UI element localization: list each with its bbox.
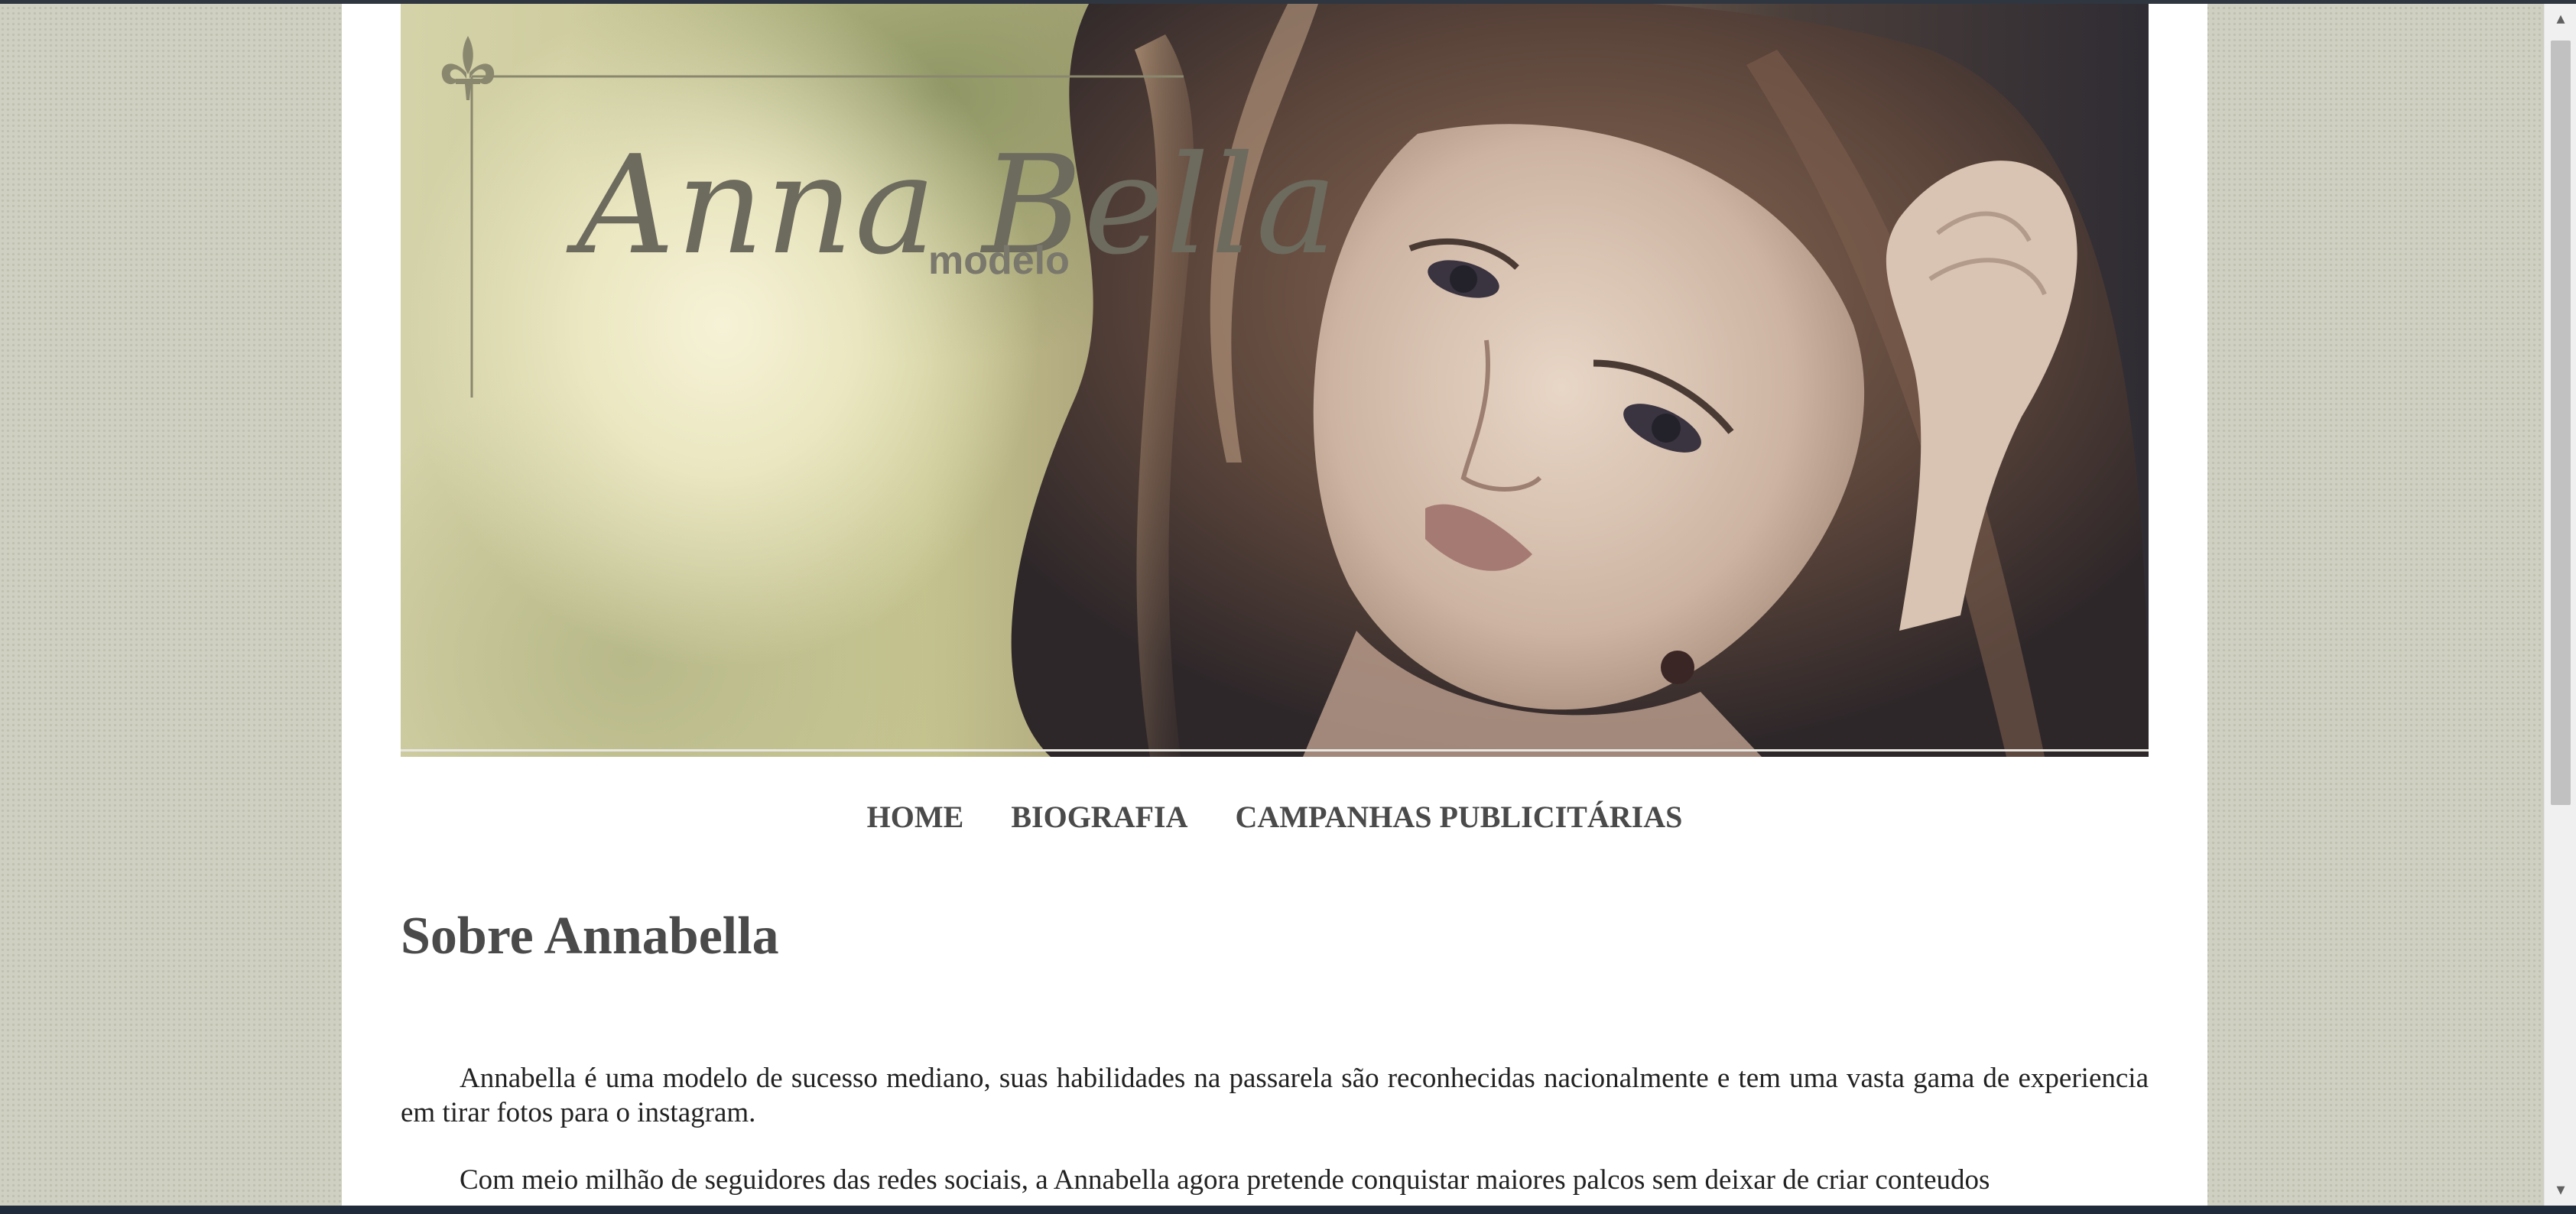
banner-divider xyxy=(401,749,2149,751)
page-container: Anna Bella modelo HOME BIOGRAFIA CAMPANH… xyxy=(342,4,2207,1206)
fleur-de-lis-icon xyxy=(441,36,495,100)
scroll-down-icon[interactable]: ▾ xyxy=(2545,1175,2576,1206)
page-title: Sobre Annabella xyxy=(401,907,779,966)
hero-banner: Anna Bella modelo xyxy=(401,4,2149,757)
about-paragraph: Com meio milhão de seguidores das redes … xyxy=(460,1164,1990,1196)
brand-subtitle: modelo xyxy=(928,239,1070,283)
window-bottom-edge xyxy=(0,1206,2576,1214)
nav-biografia[interactable]: BIOGRAFIA xyxy=(1011,799,1187,845)
scroll-thumb[interactable] xyxy=(2551,41,2571,805)
vertical-scrollbar[interactable]: ▴ ▾ xyxy=(2544,4,2576,1206)
scroll-up-icon[interactable]: ▴ xyxy=(2545,4,2576,34)
about-paragraph: Annabella é uma modelo de sucesso median… xyxy=(401,1063,2149,1128)
model-portrait xyxy=(441,4,2149,757)
main-nav: HOME BIOGRAFIA CAMPANHAS PUBLICITÁRIAS xyxy=(342,799,2207,845)
nav-campanhas-publicitarias[interactable]: CAMPANHAS PUBLICITÁRIAS xyxy=(1235,799,1682,845)
nav-home[interactable]: HOME xyxy=(867,799,964,845)
